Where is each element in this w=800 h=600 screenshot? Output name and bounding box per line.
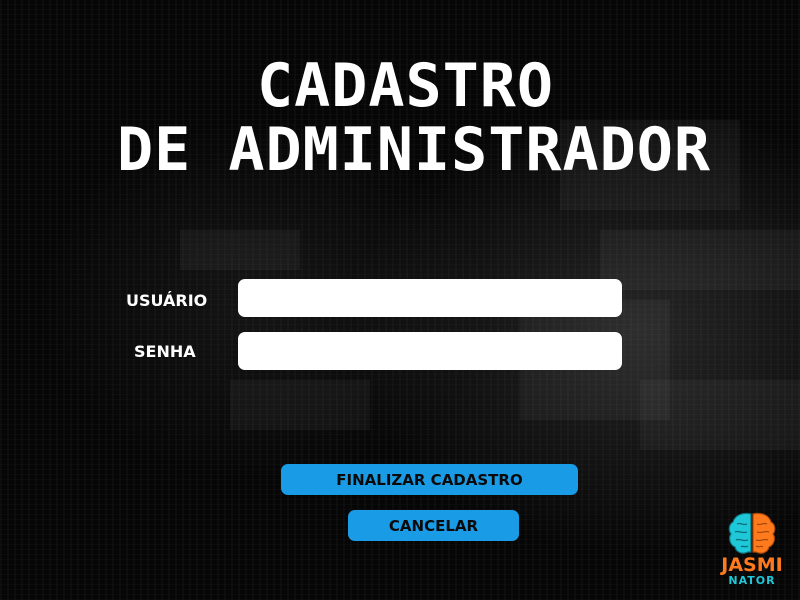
logo-text-bottom: NATOR [728, 574, 776, 587]
password-input[interactable] [238, 332, 622, 370]
page-title-line-1: CADASTRO [257, 51, 554, 121]
page-title-line-2: DE ADMINISTRADOR [117, 115, 711, 185]
password-label: SENHA [134, 342, 196, 361]
finish-registration-button[interactable]: FINALIZAR CADASTRO [281, 464, 578, 495]
app-logo: JASMI NATOR [712, 510, 792, 594]
cancel-button[interactable]: CANCELAR [348, 510, 519, 541]
logo-text-top: JASMI [721, 554, 783, 576]
username-label: USUÁRIO [126, 291, 208, 310]
username-input[interactable] [238, 279, 622, 317]
brain-icon [728, 512, 776, 554]
admin-registration-screen: CADASTRO DE ADMINISTRADOR USUÁRIO SENHA … [0, 0, 800, 600]
